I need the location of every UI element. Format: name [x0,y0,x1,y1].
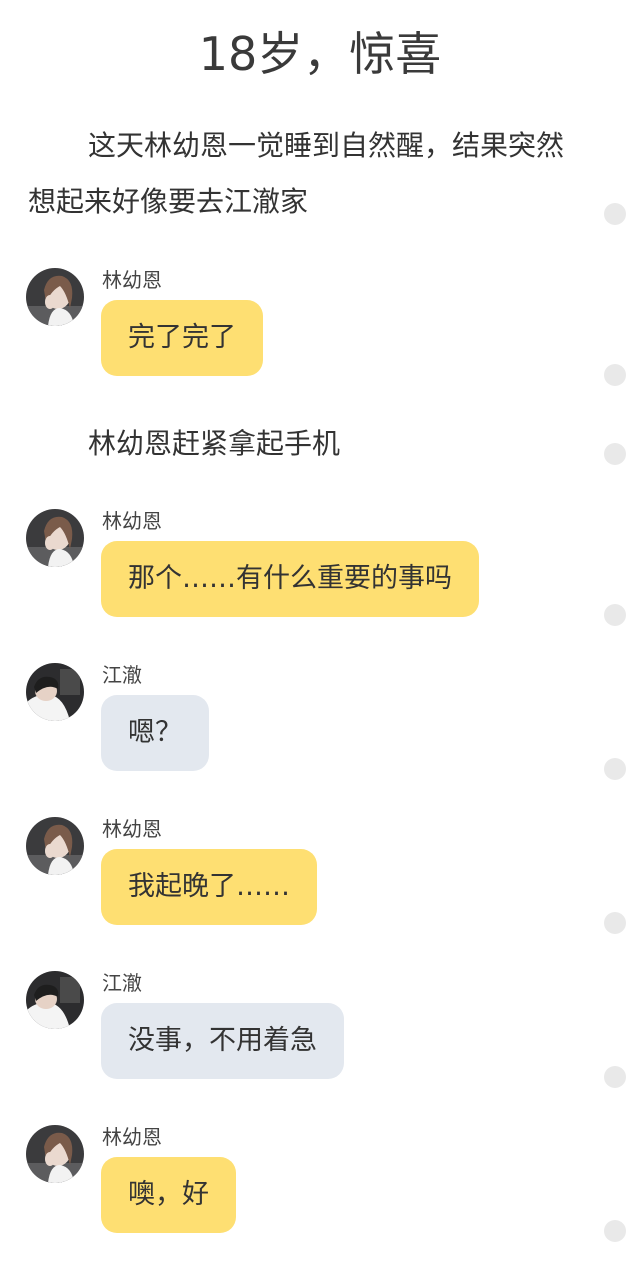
side-dot[interactable] [604,203,626,225]
side-dot[interactable] [604,912,626,934]
sender-name: 林幼恩 [102,817,162,841]
story-page: 18岁，惊喜 这天林幼恩一觉睡到自然醒，结果突然想起来好像要去江澈家 林幼恩 完… [0,0,640,1280]
narration-text: 林幼恩赶紧拿起手机 [88,427,341,460]
sender-name: 江澈 [102,971,142,995]
female-avatar-icon [26,268,84,326]
female-avatar-icon [26,1125,84,1183]
message-bubble[interactable]: 嗯？ [101,695,209,771]
message-bubble[interactable]: 我起晚了…… [101,849,317,925]
sender-name: 江澈 [102,663,142,687]
side-dot[interactable] [604,443,626,465]
message-bubble[interactable]: 那个……有什么重要的事吗 [101,541,479,617]
male-avatar-icon [26,971,84,1029]
female-avatar-icon [26,509,84,567]
message-bubble[interactable]: 噢，好 [101,1157,236,1233]
male-avatar-icon [26,663,84,721]
female-avatar[interactable] [26,817,84,875]
side-dot[interactable] [604,604,626,626]
side-dot[interactable] [604,758,626,780]
sender-name: 林幼恩 [102,1125,162,1149]
female-avatar[interactable] [26,268,84,326]
female-avatar[interactable] [26,509,84,567]
page-title: 18岁，惊喜 [198,27,442,81]
female-avatar-icon [26,817,84,875]
male-avatar[interactable] [26,663,84,721]
narration-text: 这天林幼恩一觉睡到自然醒，结果突然想起来好像要去江澈家 [28,129,565,218]
female-avatar[interactable] [26,1125,84,1183]
sender-name: 林幼恩 [102,509,162,533]
male-avatar[interactable] [26,971,84,1029]
side-dot[interactable] [604,1066,626,1088]
side-dot[interactable] [604,364,626,386]
sender-name: 林幼恩 [102,268,162,292]
message-bubble[interactable]: 没事，不用着急 [101,1003,344,1079]
side-dot[interactable] [604,1220,626,1242]
message-bubble[interactable]: 完了完了 [101,300,263,376]
